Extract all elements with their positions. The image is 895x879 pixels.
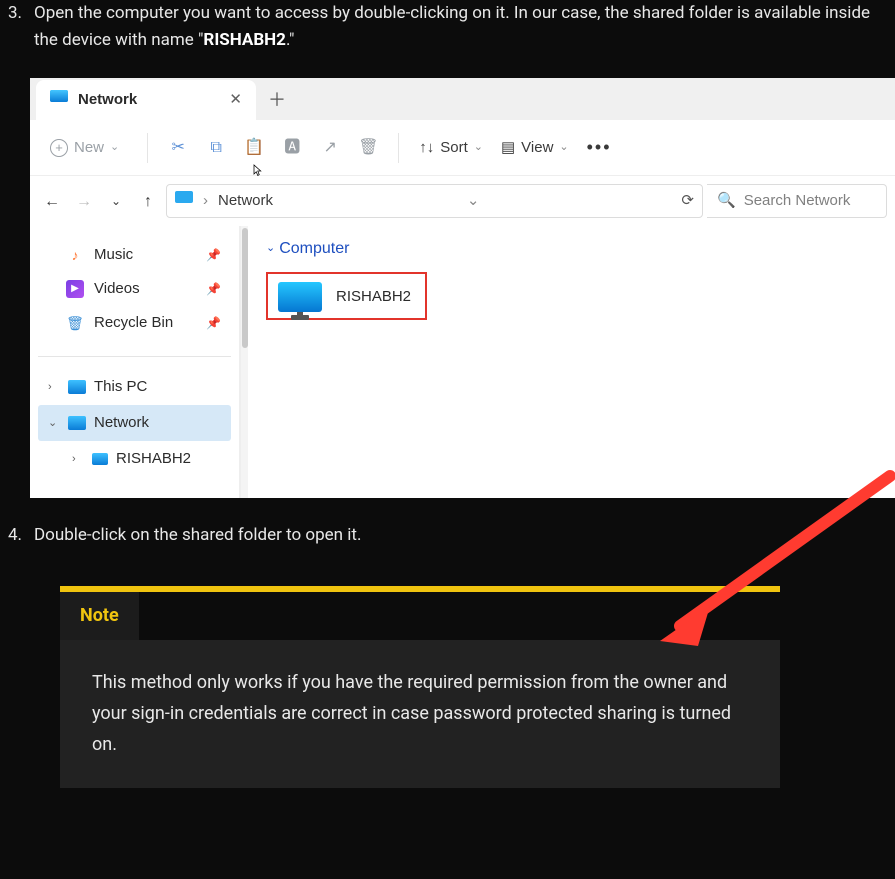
step-number: 3. [0,0,22,54]
chevron-down-icon: ⌄ [559,139,568,157]
tree-rishabh2[interactable]: › RISHABH2 [38,441,231,477]
toolbar: + New ⌄ ✂ ⧉ 📋 🅰 ↗ 🗑 ↑↓ Sort ⌄ ▤ View ⌄ •… [30,120,895,176]
view-label: View [521,136,553,160]
close-tab-icon[interactable]: ✕ [229,88,242,112]
new-tab-button[interactable]: ＋ [256,80,298,120]
back-button[interactable]: ← [38,189,66,215]
explorer-body: ♪ Music 📌 ▶ Videos 📌 🗑 Recycle Bin 📌 [30,226,895,498]
copy-icon[interactable]: ⧉ [206,135,226,161]
forward-button[interactable]: → [70,189,98,215]
step-4: 4. Double-click on the shared folder to … [0,522,895,561]
computer-rishabh2[interactable]: RISHABH2 [266,272,427,320]
more-options-button[interactable]: ••• [587,133,612,162]
delete-icon[interactable]: 🗑 [358,135,378,161]
address-dropdown-icon[interactable]: ⌄ [467,189,480,213]
search-placeholder: Search Network [744,189,851,213]
network-icon [50,88,68,112]
quickaccess-videos[interactable]: ▶ Videos 📌 [40,272,229,306]
computer-icon [92,453,108,465]
pin-icon: 📌 [206,314,221,333]
tab-label: Network [78,88,137,112]
paste-icon[interactable]: 📋 [244,135,264,161]
file-explorer-screenshot: Network ✕ ＋ + New ⌄ ✂ ⧉ 📋 🅰 ↗ 🗑 ↑↓ Sort … [30,78,895,498]
sort-icon: ↑↓ [419,136,434,160]
vertical-scrollbar[interactable] [240,226,248,498]
pin-icon: 📌 [206,280,221,299]
step-text-bold: RISHABH2 [203,30,286,50]
search-input[interactable]: 🔍 Search Network [707,184,887,218]
group-header-label: Computer [279,236,349,262]
chevron-right-icon: › [48,379,60,397]
note-body: This method only works if you have the r… [60,640,780,788]
tree-label: RISHABH2 [116,447,191,471]
tab-network[interactable]: Network ✕ [36,80,256,120]
recent-locations-button[interactable]: ⌄ [102,192,130,211]
step-number: 4. [0,522,22,549]
step-text-part: Open the computer you want to access by … [34,3,870,50]
pin-icon: 📌 [206,246,221,265]
chevron-down-icon: ⌄ [266,240,275,258]
step-text: Open the computer you want to access by … [34,0,875,54]
sort-button[interactable]: ↑↓ Sort ⌄ [419,136,483,160]
computer-icon [278,282,322,312]
breadcrumb-separator-icon: › [203,189,208,213]
tab-bar: Network ✕ ＋ [30,78,895,120]
computer-label: RISHABH2 [336,285,411,309]
group-header-computer[interactable]: ⌄ Computer [266,236,879,262]
videos-icon: ▶ [66,280,84,298]
content-pane: ⌄ Computer RISHABH2 [240,226,895,498]
navigation-pane: ♪ Music 📌 ▶ Videos 📌 🗑 Recycle Bin 📌 [30,226,240,498]
chevron-down-icon: ⌄ [48,415,60,433]
tree-network[interactable]: ⌄ Network [38,405,231,441]
quickaccess-recyclebin[interactable]: 🗑 Recycle Bin 📌 [40,306,229,340]
sort-label: Sort [440,136,468,160]
quickaccess-label: Music [94,243,133,267]
chevron-down-icon: ⌄ [474,139,483,157]
step-3: 3. Open the computer you want to access … [0,0,895,66]
rename-icon[interactable]: 🅰 [282,135,302,161]
network-icon [68,416,86,430]
note-top-bar [60,586,780,592]
tree-label: Network [94,411,149,435]
network-icon [175,189,193,213]
music-icon: ♪ [66,246,84,264]
chevron-right-icon: › [72,451,84,469]
address-bar[interactable]: › Network ⌄ ⟳ [166,184,703,218]
view-button[interactable]: ▤ View ⌄ [501,136,569,160]
new-button-label: New [74,136,104,160]
quickaccess-label: Recycle Bin [94,311,173,335]
recyclebin-icon: 🗑 [66,314,84,332]
chevron-down-icon: ⌄ [110,139,119,157]
this-pc-icon [68,380,86,394]
quickaccess-label: Videos [94,277,140,301]
new-button[interactable]: + New ⌄ [42,132,127,164]
note-title: Note [60,592,139,641]
view-icon: ▤ [501,136,515,160]
plus-circle-icon: + [50,139,68,157]
search-icon: 🔍 [717,189,736,213]
tree-this-pc[interactable]: › This PC [38,369,231,405]
cut-icon[interactable]: ✂ [168,135,188,161]
step-text: Double-click on the shared folder to ope… [34,522,875,549]
nav-row: ← → ⌄ ↑ › Network ⌄ ⟳ 🔍 Search Network [30,176,895,226]
up-button[interactable]: ↑ [134,189,162,215]
toolbar-divider [147,133,148,163]
quickaccess-music[interactable]: ♪ Music 📌 [40,238,229,272]
toolbar-divider [398,133,399,163]
refresh-button[interactable]: ⟳ [681,189,694,213]
step-text-part: ." [286,30,295,50]
tree-label: This PC [94,375,147,399]
note-callout: Note This method only works if you have … [60,586,780,789]
share-icon[interactable]: ↗ [320,135,340,161]
sidebar-divider [38,356,231,357]
nav-tree: › This PC ⌄ Network › RISHABH2 [30,369,239,477]
breadcrumb-item[interactable]: Network [218,189,273,213]
